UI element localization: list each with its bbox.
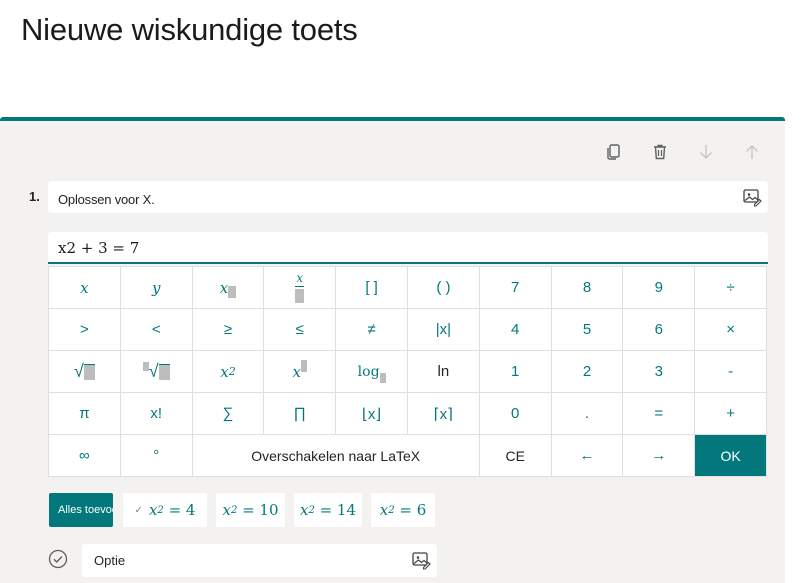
key-product[interactable]: ∏ xyxy=(264,393,336,434)
question-text: Oplossen voor X. xyxy=(58,192,155,207)
key-6[interactable]: 6 xyxy=(623,309,695,350)
key-right-arrow[interactable]: → xyxy=(623,435,695,476)
page-title: Nieuwe wiskundige toets xyxy=(21,12,358,47)
math-keypad: x y x x [ ] ( ) 7 8 9 ÷ > < ≥ ≤ ≠ |x| 4 … xyxy=(48,266,767,477)
key-8[interactable]: 8 xyxy=(551,267,623,308)
key-degree[interactable]: ° xyxy=(120,435,192,476)
formula-input[interactable]: x2 + 3 = 7 xyxy=(48,232,768,264)
copy-icon[interactable] xyxy=(603,141,625,163)
question-text-field[interactable]: Oplossen voor X. xyxy=(48,181,768,213)
key-multiply[interactable]: × xyxy=(695,309,766,350)
key-equals[interactable]: = xyxy=(623,393,695,434)
key-absolute[interactable]: |x| xyxy=(408,309,479,350)
key-fraction[interactable]: x xyxy=(264,267,336,308)
key-7[interactable]: 7 xyxy=(479,267,551,308)
key-power[interactable]: x xyxy=(264,351,336,392)
key-0[interactable]: 0 xyxy=(479,393,551,434)
key-sum[interactable]: ∑ xyxy=(192,393,264,434)
latex-switch-button[interactable]: Overschakelen naar LaTeX xyxy=(192,435,479,476)
key-minus[interactable]: - xyxy=(695,351,766,392)
key-pi[interactable]: π xyxy=(49,393,120,434)
arrow-down-icon[interactable] xyxy=(695,141,717,163)
key-1[interactable]: 1 xyxy=(479,351,551,392)
add-all-button[interactable]: Alles toevoegen xyxy=(49,493,113,527)
key-left-arrow[interactable]: ← xyxy=(551,435,623,476)
key-divide[interactable]: ÷ xyxy=(695,267,766,308)
trash-icon[interactable] xyxy=(649,141,671,163)
key-clear[interactable]: CE xyxy=(479,435,551,476)
key-ln[interactable]: ln xyxy=(408,351,479,392)
key-greater-equal[interactable]: ≥ xyxy=(192,309,264,350)
answer-chip[interactable]: x2 = 6 xyxy=(371,493,435,527)
key-sqrt[interactable]: √ xyxy=(49,351,120,392)
answer-chip[interactable]: x2 = 10 xyxy=(216,493,285,527)
key-dot[interactable]: . xyxy=(551,393,623,434)
key-x[interactable]: x xyxy=(49,267,120,308)
check-circle-icon[interactable] xyxy=(48,549,68,569)
key-greater-than[interactable]: > xyxy=(49,309,120,350)
key-infinity[interactable]: ∞ xyxy=(49,435,120,476)
key-parens[interactable]: ( ) xyxy=(408,267,479,308)
key-9[interactable]: 9 xyxy=(623,267,695,308)
answer-chip[interactable]: ✓ x2 = 4 xyxy=(123,493,207,527)
key-4[interactable]: 4 xyxy=(479,309,551,350)
question-number: 1. xyxy=(29,189,40,204)
image-icon[interactable] xyxy=(742,187,762,207)
option-text: Optie xyxy=(94,553,126,568)
key-less-than[interactable]: < xyxy=(120,309,192,350)
key-brackets[interactable]: [ ] xyxy=(336,267,407,308)
check-icon: ✓ xyxy=(134,504,143,516)
answer-chip[interactable]: x2 = 14 xyxy=(294,493,362,527)
key-nth-root[interactable]: √ xyxy=(120,351,192,392)
ok-button[interactable]: OK xyxy=(695,435,766,476)
key-subscript[interactable]: x xyxy=(192,267,264,308)
key-plus[interactable]: + xyxy=(695,393,766,434)
option-field[interactable]: Optie xyxy=(82,544,437,577)
key-5[interactable]: 5 xyxy=(551,309,623,350)
key-not-equal[interactable]: ≠ xyxy=(336,309,407,350)
key-floor[interactable]: ⌊x⌋ xyxy=(336,393,407,434)
key-square[interactable]: x2 xyxy=(192,351,264,392)
key-ceil[interactable]: ⌈x⌉ xyxy=(408,393,479,434)
key-log[interactable]: log xyxy=(336,351,407,392)
image-icon[interactable] xyxy=(411,550,431,570)
key-3[interactable]: 3 xyxy=(623,351,695,392)
question-card: 1. Oplossen voor X. x2 + 3 = 7 x y x x [… xyxy=(0,117,785,583)
key-factorial[interactable]: x! xyxy=(120,393,192,434)
key-y[interactable]: y xyxy=(120,267,192,308)
key-less-equal[interactable]: ≤ xyxy=(264,309,336,350)
arrow-up-icon[interactable] xyxy=(741,141,763,163)
key-2[interactable]: 2 xyxy=(551,351,623,392)
